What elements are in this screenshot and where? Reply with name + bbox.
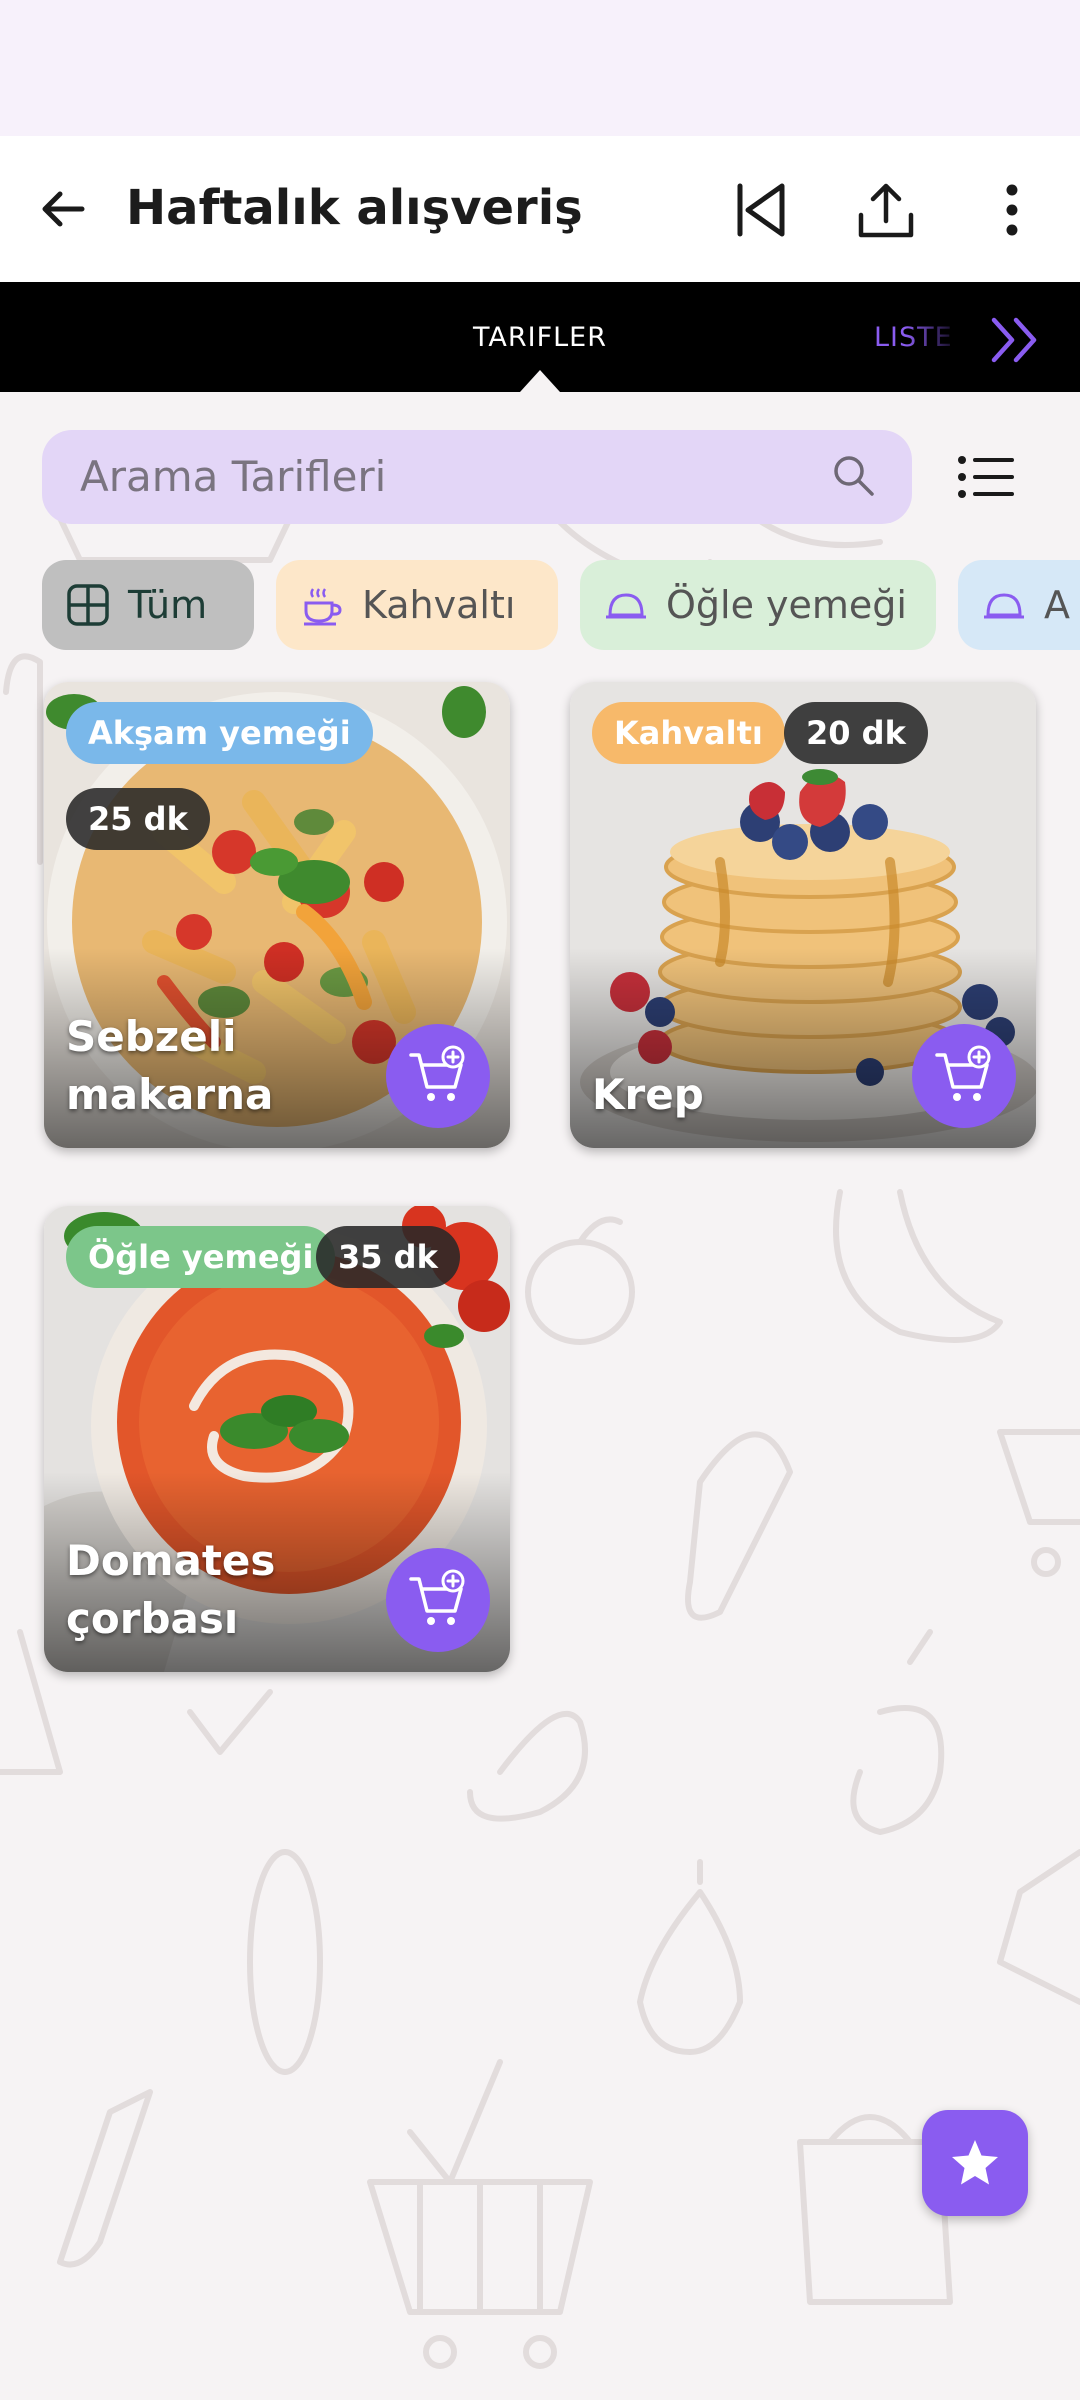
cart-add-icon bbox=[409, 1045, 465, 1101]
filter-chip-dinner[interactable]: A bbox=[958, 560, 1080, 650]
search-icon[interactable] bbox=[830, 452, 876, 502]
filter-chip-all[interactable]: Tüm bbox=[42, 560, 254, 650]
search-input[interactable]: Arama Tarifleri bbox=[80, 452, 386, 501]
filter-chip-label: Tüm bbox=[128, 583, 208, 627]
skip-previous-button[interactable] bbox=[722, 172, 798, 248]
list-view-button[interactable] bbox=[948, 444, 1024, 510]
recipe-card[interactable]: Öğle yemeği 35 dk Domates çorbası bbox=[44, 1206, 510, 1672]
tab-list[interactable]: LISTE bbox=[874, 322, 953, 353]
filter-chip-breakfast[interactable]: Kahvaltı bbox=[276, 560, 558, 650]
share-icon bbox=[858, 183, 914, 238]
time-badge: 25 dk bbox=[66, 788, 210, 850]
category-label: Öğle yemeği bbox=[88, 1238, 314, 1276]
filter-chip-label: Öğle yemeği bbox=[666, 583, 907, 627]
filter-chip-label: A bbox=[1044, 583, 1070, 627]
more-options-button[interactable] bbox=[974, 172, 1050, 248]
category-filters: Tüm Kahvaltı Öğle yemeği A bbox=[0, 560, 1080, 652]
category-badge: Öğle yemeği bbox=[66, 1226, 336, 1288]
category-label: Kahvaltı bbox=[614, 714, 763, 752]
app-bar: Haftalık alışveriş bbox=[0, 136, 1080, 282]
status-bar bbox=[0, 0, 1080, 136]
recipe-name: Domates çorbası bbox=[66, 1536, 276, 1643]
time-label: 35 dk bbox=[338, 1238, 438, 1276]
category-badge: Akşam yemeği bbox=[66, 702, 373, 764]
search-bar[interactable]: Arama Tarifleri bbox=[42, 430, 912, 524]
recipe-card[interactable]: Kahvaltı 20 dk Krep bbox=[570, 682, 1036, 1148]
time-badge: 20 dk bbox=[784, 702, 928, 764]
category-label: Akşam yemeği bbox=[88, 714, 351, 752]
recipe-card[interactable]: Akşam yemeği 25 dk Sebzeli makarna bbox=[44, 682, 510, 1148]
list-icon bbox=[958, 456, 1014, 498]
add-to-cart-button[interactable] bbox=[386, 1548, 490, 1652]
time-badge: 35 dk bbox=[316, 1226, 460, 1288]
back-button[interactable] bbox=[30, 176, 96, 242]
cart-add-icon bbox=[409, 1569, 465, 1625]
double-chevron-right-icon bbox=[991, 317, 1037, 363]
filter-chip-lunch[interactable]: Öğle yemeği bbox=[580, 560, 936, 650]
filter-chip-label: Kahvaltı bbox=[362, 583, 516, 627]
tab-recipes[interactable]: TARIFLER bbox=[470, 322, 610, 353]
share-button[interactable] bbox=[848, 172, 924, 248]
more-tabs-button[interactable] bbox=[986, 310, 1046, 370]
grid-icon bbox=[67, 584, 109, 626]
coffee-cup-icon bbox=[304, 588, 342, 626]
skip-previous-icon bbox=[737, 183, 785, 237]
more-vertical-icon bbox=[1006, 184, 1018, 236]
arrow-left-icon bbox=[42, 191, 85, 227]
add-to-cart-button[interactable] bbox=[386, 1024, 490, 1128]
favorites-fab[interactable] bbox=[922, 2110, 1028, 2216]
tab-bar: TARIFLER LISTE bbox=[0, 282, 1080, 392]
cloche-icon bbox=[984, 593, 1024, 619]
time-label: 25 dk bbox=[88, 800, 188, 838]
cart-add-icon bbox=[935, 1045, 991, 1101]
page-title: Haftalık alışveriş bbox=[126, 180, 583, 236]
star-icon bbox=[952, 2140, 998, 2185]
time-label: 20 dk bbox=[806, 714, 906, 752]
recipe-name: Sebzeli makarna bbox=[66, 1012, 274, 1119]
active-tab-indicator bbox=[520, 370, 560, 392]
recipe-name: Krep bbox=[592, 1070, 704, 1119]
category-badge: Kahvaltı bbox=[592, 702, 785, 764]
cloche-icon bbox=[606, 593, 646, 619]
add-to-cart-button[interactable] bbox=[912, 1024, 1016, 1128]
